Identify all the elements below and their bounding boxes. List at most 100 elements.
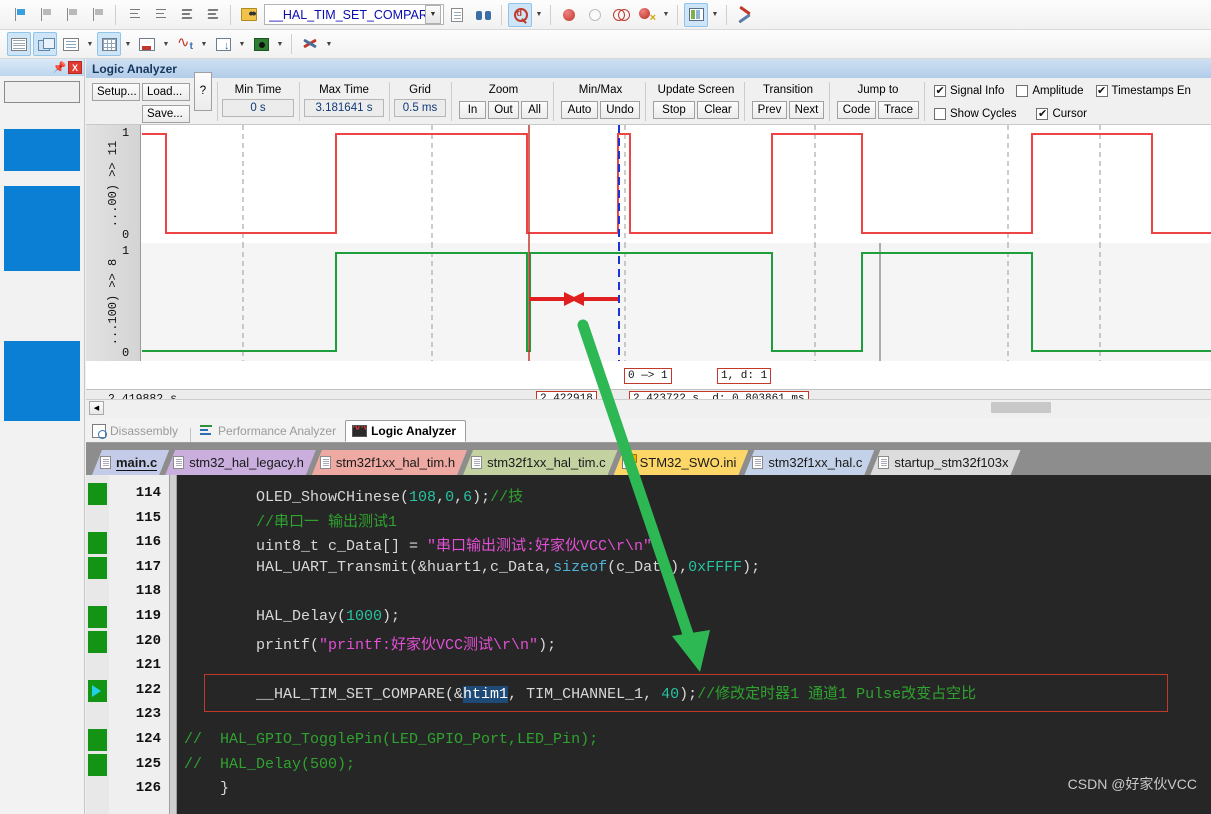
code-line[interactable]: uint8_t c_Data[] = "串口输出测试:好家伙VCC\r\n";: [184, 534, 661, 555]
file-tab-stm32-swo-ini[interactable]: STM32_SWO.ini: [614, 450, 749, 475]
editor-marker-gutter[interactable]: [86, 475, 109, 814]
breakpoint-disable-all-icon[interactable]: [609, 3, 633, 27]
scroll-left-icon[interactable]: ◀: [89, 400, 104, 415]
find-in-files-icon[interactable]: [237, 3, 261, 27]
amplitude-checkbox[interactable]: Amplitude: [1016, 82, 1084, 100]
configure-icon[interactable]: [733, 3, 757, 27]
file-tab-startup-stm32f103x[interactable]: startup_stm32f103x: [870, 450, 1020, 475]
tab-logic-analyzer-label: Logic Analyzer: [371, 423, 456, 438]
grid-value[interactable]: 0.5 ms: [394, 99, 446, 117]
indent-left-icon[interactable]: [148, 3, 172, 27]
window-dropdown-icon[interactable]: ▼: [709, 3, 721, 27]
watch-dropdown-icon[interactable]: ▼: [122, 32, 134, 56]
find-binoculars-icon[interactable]: [471, 3, 495, 27]
line-number: 122: [135, 681, 161, 698]
instruction-trace-icon[interactable]: [211, 32, 235, 56]
watch-window-icon[interactable]: [97, 32, 121, 56]
pin-icon[interactable]: 📌: [53, 61, 67, 74]
load-button[interactable]: Load...: [142, 82, 190, 101]
registers-icon[interactable]: [7, 32, 31, 56]
file-tab-stm32-hal-legacy-h[interactable]: stm32_hal_legacy.h: [165, 450, 316, 475]
min-time-value[interactable]: 0 s: [222, 99, 294, 117]
trace-dropdown-icon[interactable]: ▼: [198, 32, 210, 56]
code-coverage-marker[interactable]: [88, 556, 107, 579]
system-viewer-dropdown-icon[interactable]: ▼: [274, 32, 286, 56]
zoom-all-button[interactable]: All: [521, 100, 548, 119]
tab-performance-analyzer[interactable]: Performance Analyzer: [194, 420, 345, 442]
zoom-out-button[interactable]: Out: [488, 100, 519, 119]
code-coverage-marker[interactable]: [88, 532, 107, 555]
timestamps-checkbox[interactable]: Timestamps En: [1095, 82, 1191, 100]
zoom-in-button[interactable]: In: [459, 100, 486, 119]
breakpoint-kill-all-icon[interactable]: [635, 3, 659, 27]
find-next-icon[interactable]: [445, 3, 469, 27]
code-coverage-marker[interactable]: [88, 630, 107, 653]
tools-icon[interactable]: [298, 32, 322, 56]
close-icon[interactable]: X: [68, 61, 82, 74]
execution-pointer[interactable]: [88, 679, 107, 702]
code-line[interactable]: OLED_ShowCHinese(108,0,6);//技: [184, 485, 523, 506]
breakpoint-insert-icon[interactable]: [557, 3, 581, 27]
bookmark-flag-icon[interactable]: [7, 3, 31, 27]
file-tab-stm32f1xx-hal-c[interactable]: stm32f1xx_hal.c: [744, 450, 874, 475]
code-coverage-marker[interactable]: [88, 753, 107, 776]
tools-dropdown-icon[interactable]: ▼: [323, 32, 335, 56]
horizontal-scrollbar[interactable]: ◀: [86, 399, 1211, 415]
update-stop-button[interactable]: Stop: [653, 100, 695, 119]
signal-info-checkbox[interactable]: Signal Info: [934, 82, 1004, 100]
setup-button[interactable]: Setup...: [92, 82, 140, 101]
serial-dropdown-icon[interactable]: ▼: [160, 32, 172, 56]
uncomment-icon[interactable]: [200, 3, 224, 27]
call-stack-icon[interactable]: [33, 32, 57, 56]
show-cycles-checkbox[interactable]: Show Cycles: [934, 105, 1016, 123]
save-button[interactable]: Save...: [142, 105, 190, 123]
update-clear-button[interactable]: Clear: [697, 100, 739, 119]
code-line[interactable]: // HAL_GPIO_TogglePin(LED_GPIO_Port,LED_…: [184, 731, 598, 748]
serial-window-icon[interactable]: [135, 32, 159, 56]
bookmark-prev-icon[interactable]: [33, 3, 57, 27]
file-tab-main-c[interactable]: main.c: [92, 450, 169, 475]
code-line[interactable]: //串口一 输出测试1: [184, 510, 397, 531]
code-coverage-marker[interactable]: [88, 483, 107, 505]
tab-disassembly[interactable]: Disassembly: [86, 420, 187, 442]
max-time-value[interactable]: 3.181641 s: [304, 99, 384, 117]
left-dock-field[interactable]: [4, 81, 80, 103]
transition-prev-button[interactable]: Prev: [752, 100, 787, 119]
magnifier-icon[interactable]: d: [508, 2, 532, 27]
waveform-area[interactable]: ...00) >> 11 1 0 ...100) >> 8 1 0 0 —> 1…: [86, 125, 1211, 502]
breakpoint-disable-icon[interactable]: [583, 3, 607, 27]
code-line[interactable]: // HAL_Delay(500);: [184, 756, 355, 773]
code-editor[interactable]: 114 115 116 117 118 119 120 121 122 123 124 125 126 …: [86, 475, 1211, 814]
system-viewer-icon[interactable]: [249, 32, 273, 56]
file-tab-stm32f1xx-hal-tim-h[interactable]: stm32f1xx_hal_tim.h: [312, 450, 467, 475]
jump-code-button[interactable]: Code: [837, 100, 876, 119]
tab-performance-analyzer-label: Performance Analyzer: [218, 423, 337, 438]
cursor-checkbox[interactable]: Cursor: [1036, 105, 1087, 123]
code-line[interactable]: HAL_UART_Transmit(&huart1,c_Data,sizeof(…: [184, 559, 760, 576]
instruction-trace-dropdown-icon[interactable]: ▼: [236, 32, 248, 56]
bookmark-clear-icon[interactable]: [85, 3, 109, 27]
tab-logic-analyzer[interactable]: Logic Analyzer: [345, 420, 466, 442]
indent-right-icon[interactable]: [122, 3, 146, 27]
scroll-thumb[interactable]: [991, 402, 1051, 413]
code-line[interactable]: printf("printf:好家伙VCC测试\r\n");: [184, 633, 556, 654]
minmax-auto-button[interactable]: Auto: [561, 100, 598, 119]
minmax-undo-button[interactable]: Undo: [600, 100, 640, 119]
trace-icon[interactable]: [173, 32, 197, 56]
chevron-down-icon[interactable]: ▼: [425, 5, 441, 24]
search-input[interactable]: __HAL_TIM_SET_COMPAR ▼: [264, 4, 444, 25]
breakpoint-dropdown-icon[interactable]: ▼: [660, 3, 672, 27]
code-coverage-marker[interactable]: [88, 729, 107, 751]
window-manager-icon[interactable]: [684, 2, 708, 27]
magnifier-dropdown-icon[interactable]: ▼: [533, 3, 545, 27]
memory-dropdown-icon[interactable]: ▼: [84, 32, 96, 56]
code-line[interactable]: HAL_Delay(1000);: [184, 608, 400, 625]
file-tab-stm32f1xx-hal-tim-c[interactable]: stm32f1xx_hal_tim.c: [463, 450, 618, 475]
memory-icon[interactable]: [59, 32, 83, 56]
transition-next-button[interactable]: Next: [789, 100, 824, 119]
code-coverage-marker[interactable]: [88, 606, 107, 628]
comment-icon[interactable]: [174, 3, 198, 27]
jump-trace-button[interactable]: Trace: [878, 100, 919, 119]
code-line[interactable]: }: [184, 780, 229, 797]
bookmark-next-icon[interactable]: [59, 3, 83, 27]
